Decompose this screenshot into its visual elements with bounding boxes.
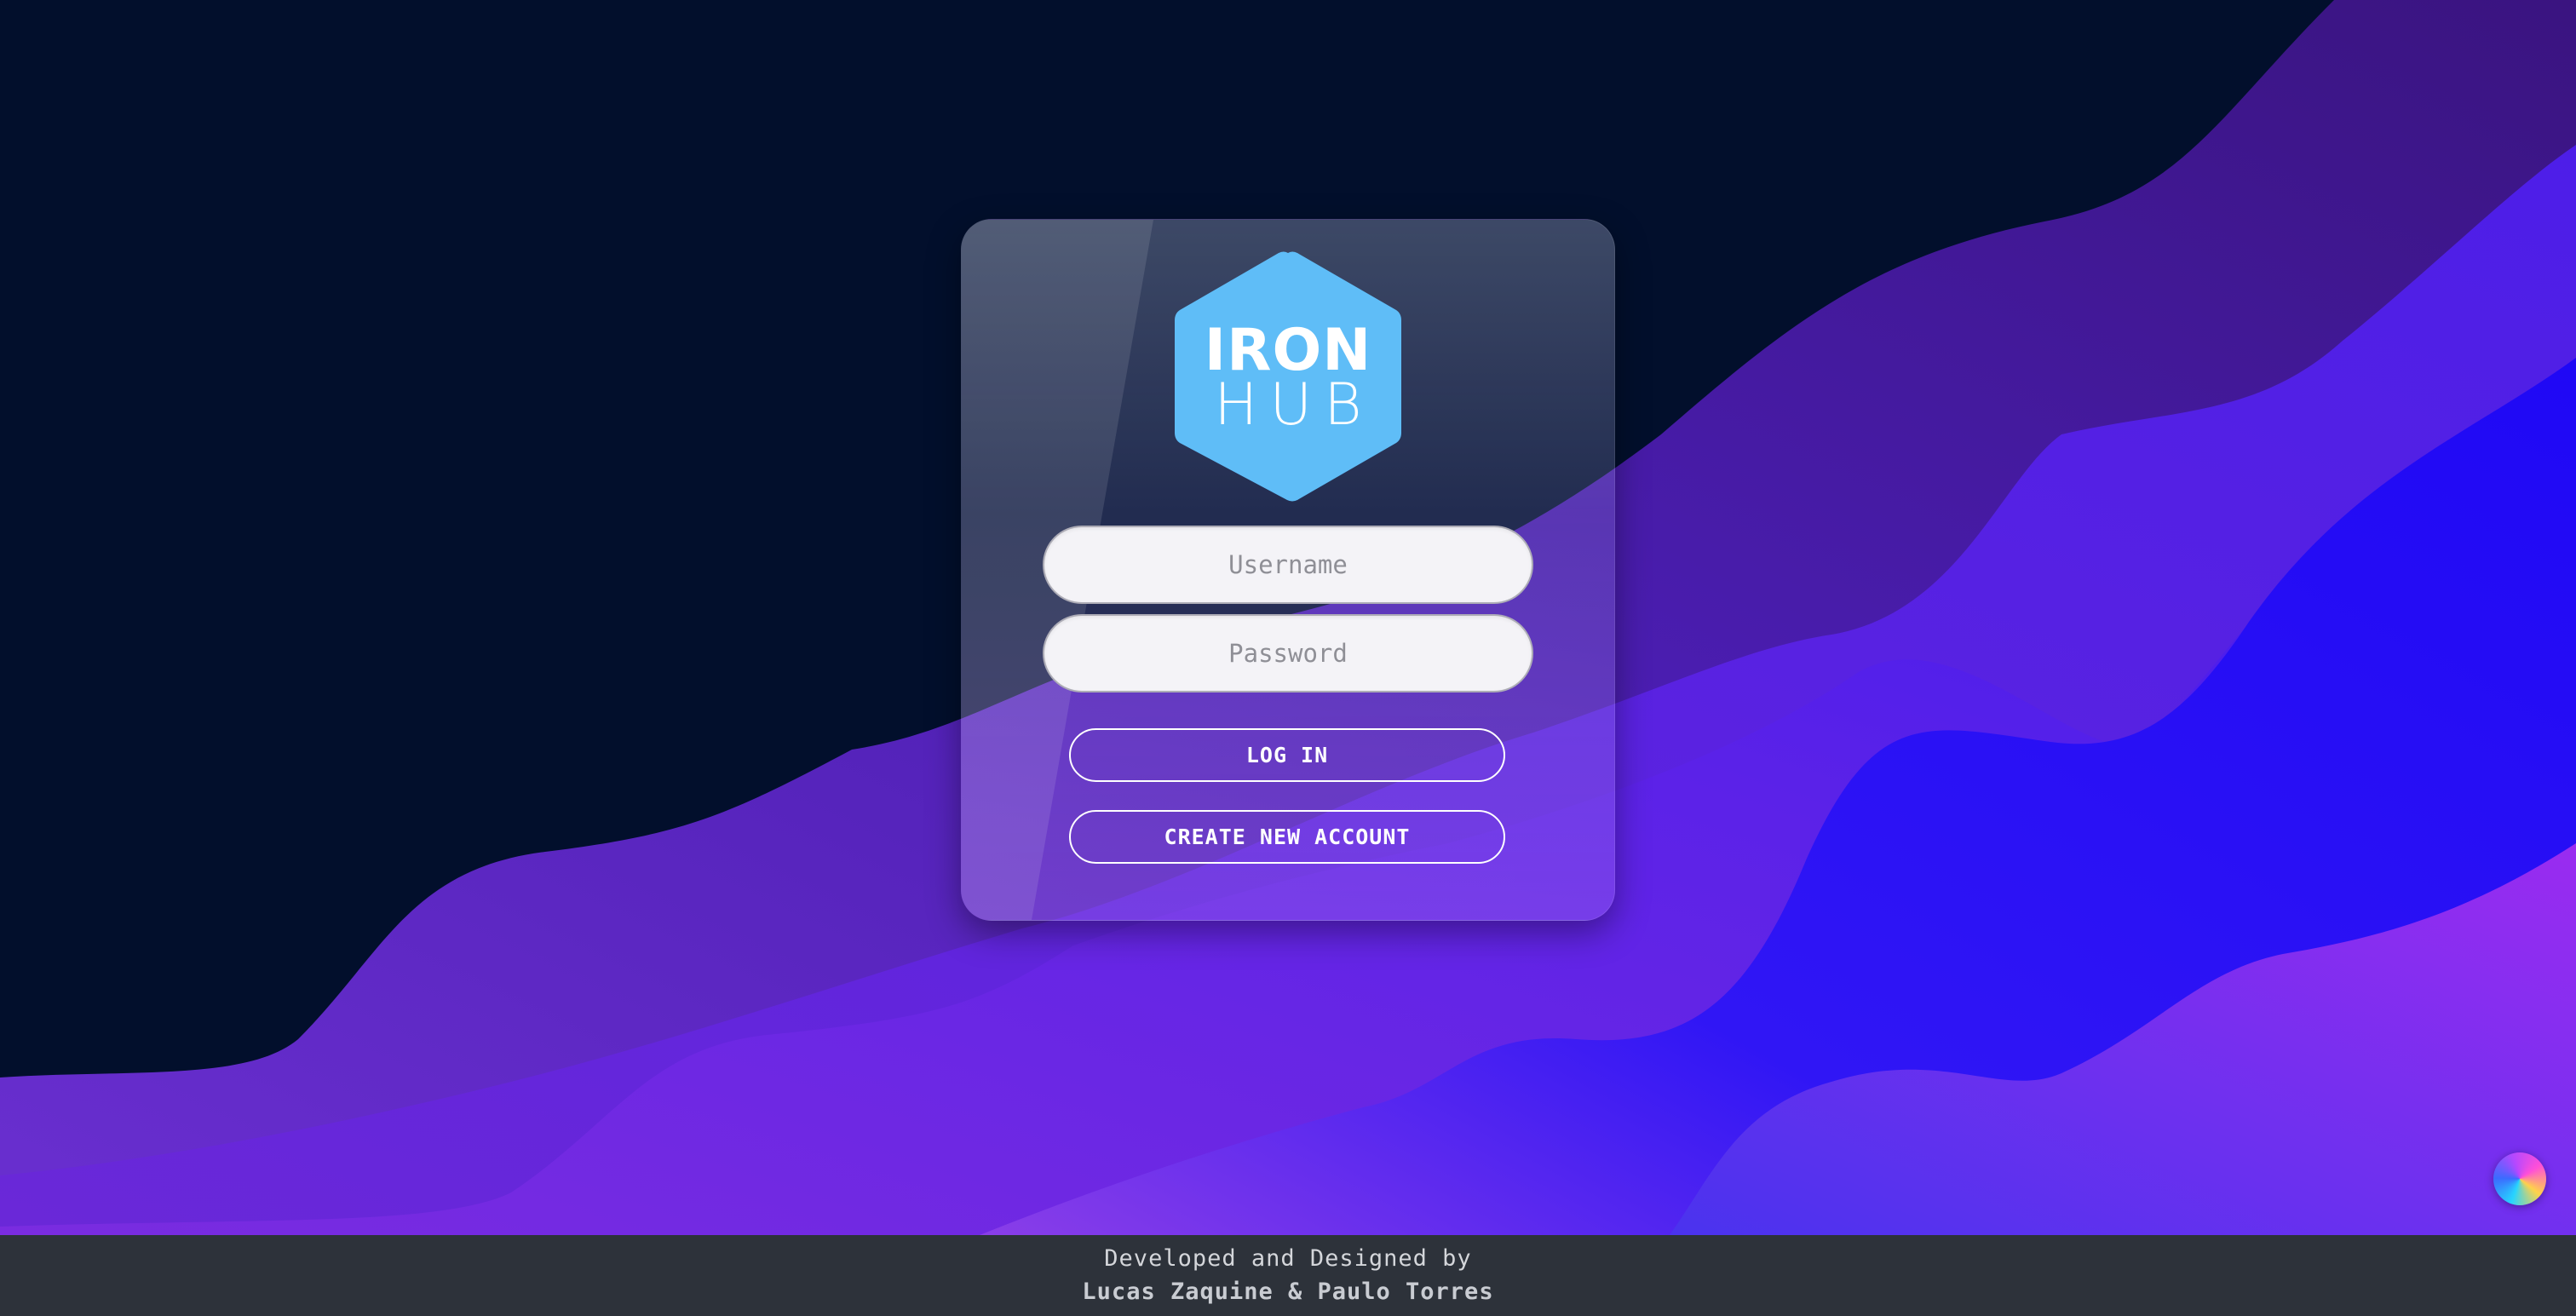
logo-text-hub: HUB <box>1214 371 1374 439</box>
create-account-button[interactable]: CREATE NEW ACCOUNT <box>1069 810 1505 864</box>
username-input[interactable] <box>1043 526 1533 604</box>
footer-authors: Lucas Zaquine & Paulo Torres <box>1082 1279 1494 1305</box>
login-card: IRON HUB LOG IN CREATE NEW ACCOUNT <box>961 219 1615 921</box>
gradient-orb-icon[interactable] <box>2493 1152 2546 1205</box>
footer: Developed and Designed by Lucas Zaquine … <box>0 1235 2576 1316</box>
ironhub-logo: IRON HUB <box>1173 250 1403 503</box>
login-button[interactable]: LOG IN <box>1069 728 1505 782</box>
password-input[interactable] <box>1043 614 1533 692</box>
footer-credit-line: Developed and Designed by <box>1104 1245 1472 1272</box>
